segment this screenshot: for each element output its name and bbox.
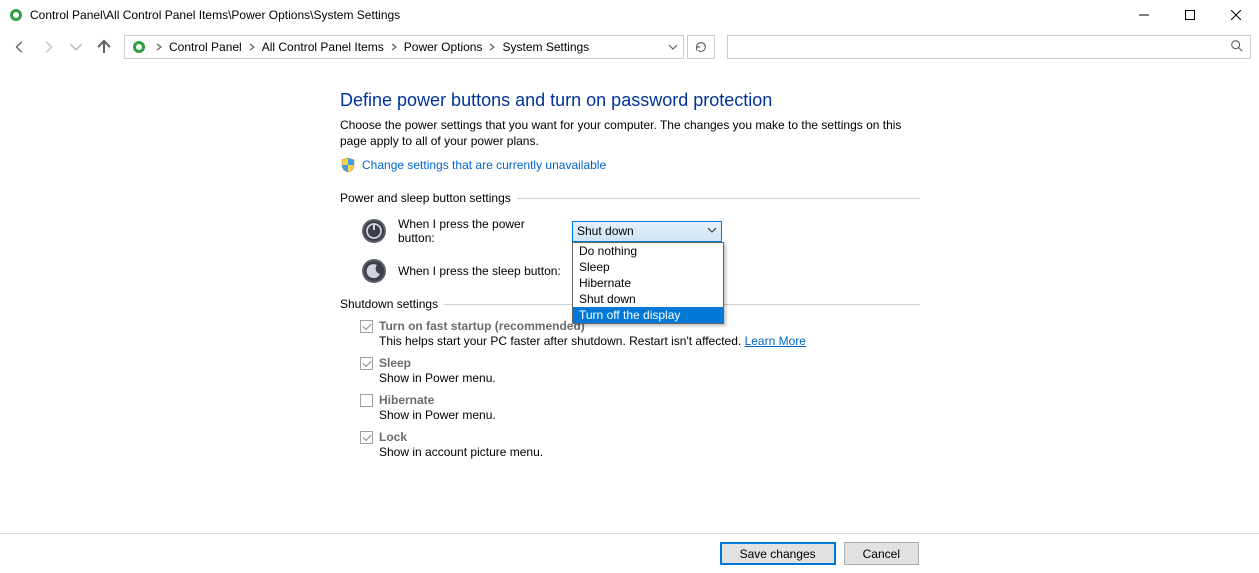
address-icon bbox=[129, 37, 149, 57]
lock-description: Show in account picture menu. bbox=[379, 445, 920, 459]
save-changes-button[interactable]: Save changes bbox=[720, 542, 836, 565]
up-button[interactable] bbox=[92, 35, 116, 59]
sleep-checkbox[interactable] bbox=[360, 357, 373, 370]
minimize-button[interactable] bbox=[1121, 0, 1167, 30]
sleep-button-icon bbox=[360, 257, 388, 285]
breadcrumb-power-options[interactable]: Power Options bbox=[400, 40, 487, 54]
dropdown-option-shut-down[interactable]: Shut down bbox=[573, 291, 723, 307]
maximize-button[interactable] bbox=[1167, 0, 1213, 30]
forward-button[interactable] bbox=[36, 35, 60, 59]
sleep-description: Show in Power menu. bbox=[379, 371, 920, 385]
power-button-label: When I press the power button: bbox=[398, 217, 562, 245]
footer-bar: Save changes Cancel bbox=[0, 533, 1259, 573]
recent-locations-dropdown[interactable] bbox=[64, 35, 88, 59]
fast-startup-label: Turn on fast startup (recommended) bbox=[379, 319, 585, 333]
learn-more-link[interactable]: Learn More bbox=[745, 334, 806, 348]
back-button[interactable] bbox=[8, 35, 32, 59]
breadcrumb-all-items[interactable]: All Control Panel Items bbox=[258, 40, 388, 54]
breadcrumb-system-settings[interactable]: System Settings bbox=[498, 40, 593, 54]
hibernate-checkbox[interactable] bbox=[360, 394, 373, 407]
hibernate-description: Show in Power menu. bbox=[379, 408, 920, 422]
chevron-down-icon bbox=[707, 224, 717, 238]
chevron-right-icon[interactable] bbox=[246, 43, 258, 51]
fast-startup-description: This helps start your PC faster after sh… bbox=[379, 334, 920, 348]
chevron-right-icon[interactable] bbox=[486, 43, 498, 51]
uac-shield-icon bbox=[340, 157, 356, 173]
dropdown-option-turn-off-display[interactable]: Turn off the display bbox=[573, 307, 723, 323]
page-description: Choose the power settings that you want … bbox=[340, 117, 920, 149]
breadcrumb-control-panel[interactable]: Control Panel bbox=[165, 40, 246, 54]
navigation-bar: Control Panel All Control Panel Items Po… bbox=[0, 30, 1259, 64]
address-dropdown-button[interactable] bbox=[663, 36, 683, 58]
dropdown-option-do-nothing[interactable]: Do nothing bbox=[573, 243, 723, 259]
search-input[interactable] bbox=[727, 35, 1251, 59]
lock-label: Lock bbox=[379, 430, 407, 444]
fast-startup-checkbox[interactable] bbox=[360, 320, 373, 333]
refresh-button[interactable] bbox=[687, 35, 715, 59]
power-button-icon bbox=[360, 217, 388, 245]
power-sleep-section-label: Power and sleep button settings bbox=[340, 191, 920, 205]
cancel-button[interactable]: Cancel bbox=[844, 542, 919, 565]
chevron-right-icon[interactable] bbox=[388, 43, 400, 51]
lock-checkbox[interactable] bbox=[360, 431, 373, 444]
sleep-button-label: When I press the sleep button: bbox=[398, 264, 562, 278]
window-title: Control Panel\All Control Panel Items\Po… bbox=[30, 8, 400, 22]
close-button[interactable] bbox=[1213, 0, 1259, 30]
titlebar: Control Panel\All Control Panel Items\Po… bbox=[0, 0, 1259, 30]
change-unavailable-settings-link[interactable]: Change settings that are currently unava… bbox=[362, 158, 606, 172]
dropdown-option-hibernate[interactable]: Hibernate bbox=[573, 275, 723, 291]
page-heading: Define power buttons and turn on passwor… bbox=[340, 90, 920, 111]
power-button-action-dropdown[interactable]: Shut down Do nothing Sleep Hibernate Shu… bbox=[572, 221, 722, 242]
chevron-right-icon[interactable] bbox=[153, 43, 165, 51]
address-bar[interactable]: Control Panel All Control Panel Items Po… bbox=[124, 35, 684, 59]
hibernate-label: Hibernate bbox=[379, 393, 434, 407]
search-icon bbox=[1230, 39, 1244, 56]
dropdown-option-sleep[interactable]: Sleep bbox=[573, 259, 723, 275]
power-button-selected-value: Shut down bbox=[577, 224, 634, 238]
sleep-label: Sleep bbox=[379, 356, 411, 370]
power-options-app-icon bbox=[8, 7, 24, 23]
power-button-dropdown-list: Do nothing Sleep Hibernate Shut down Tur… bbox=[572, 242, 724, 324]
